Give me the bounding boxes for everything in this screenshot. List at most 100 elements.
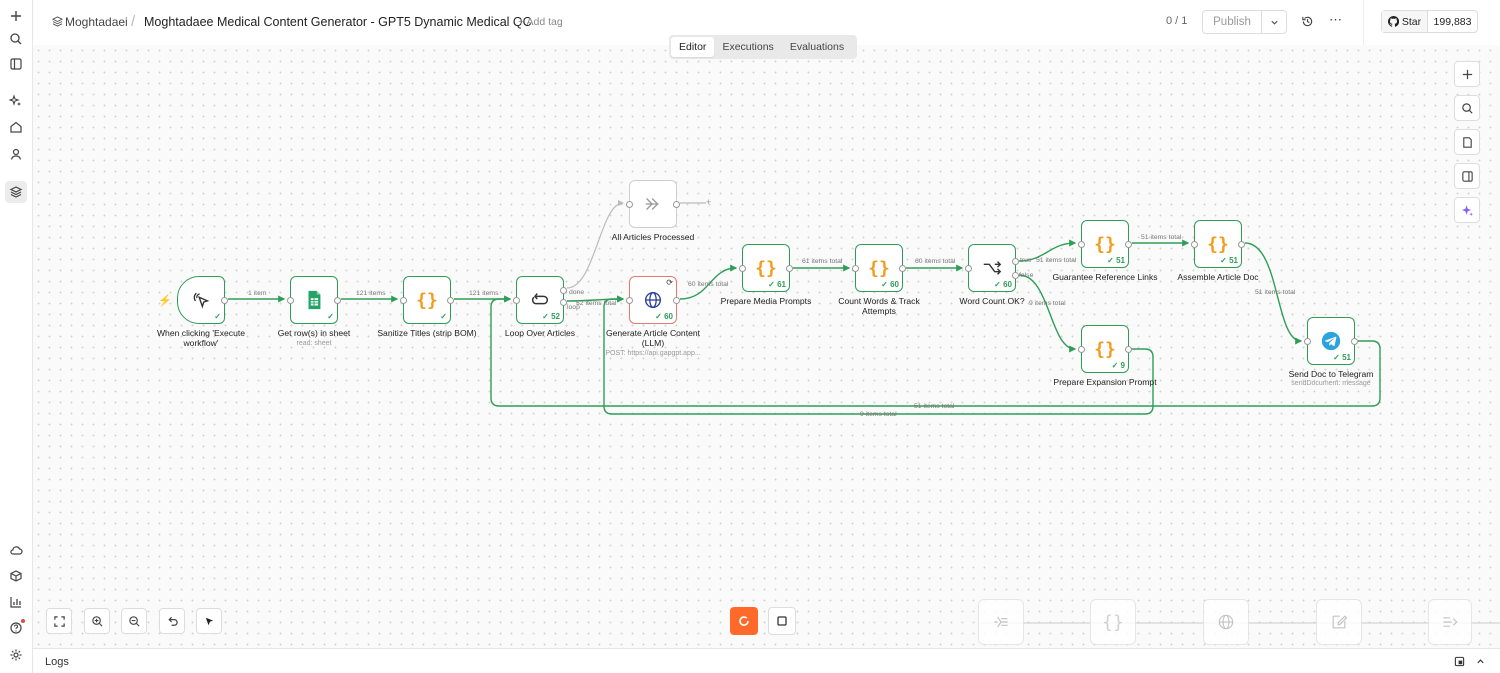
history-icon[interactable] xyxy=(1301,15,1314,28)
input-port[interactable] xyxy=(287,297,294,304)
tab-evaluations[interactable]: Evaluations xyxy=(782,37,852,57)
settings-gear-icon[interactable] xyxy=(5,644,27,666)
edge-label: 52 items total xyxy=(576,300,617,307)
add-node-plus-icon[interactable]: + xyxy=(706,197,711,207)
if-branch-icon xyxy=(983,261,1002,275)
tab-executions[interactable]: Executions xyxy=(714,37,781,57)
input-port[interactable] xyxy=(513,297,520,304)
node-guarantee-reference-links[interactable]: {} ✓ 51 xyxy=(1078,220,1132,268)
input-port[interactable] xyxy=(626,297,633,304)
breadcrumb-project[interactable]: Moghtadaei xyxy=(65,15,128,29)
edge-label: 51 items total xyxy=(1036,257,1077,264)
item-count-badge: ✓ 51 xyxy=(1220,256,1238,265)
sparkles-icon[interactable] xyxy=(5,90,27,112)
logs-controls xyxy=(1454,656,1486,667)
double-arrow-icon xyxy=(645,198,659,210)
fit-view-button[interactable] xyxy=(46,608,72,634)
zoom-in-button[interactable] xyxy=(84,608,110,634)
node-manual-trigger[interactable]: ✓ xyxy=(177,276,228,324)
node-word-count-ok[interactable]: ✓ 60 xyxy=(965,244,1019,292)
sticky-note-button[interactable] xyxy=(1454,129,1480,155)
github-star-button[interactable]: Star xyxy=(1382,11,1428,32)
ai-assistant-button[interactable] xyxy=(1454,197,1480,223)
spinner-icon xyxy=(739,616,749,626)
cloud-icon[interactable] xyxy=(5,539,27,561)
edge-label: 51 items total xyxy=(1255,289,1296,296)
output-port[interactable] xyxy=(899,265,906,272)
input-port[interactable] xyxy=(852,265,859,272)
chevron-up-icon[interactable] xyxy=(1475,656,1486,667)
node-prepare-expansion-prompt[interactable]: {} ✓ 9 xyxy=(1078,325,1132,373)
more-options-icon[interactable]: ⋯ xyxy=(1329,12,1343,28)
home-icon[interactable] xyxy=(5,116,27,138)
add-icon[interactable] xyxy=(5,5,27,27)
true-output-port[interactable] xyxy=(1012,258,1019,265)
breadcrumb-separator: / xyxy=(131,13,136,30)
bar-chart-icon[interactable] xyxy=(5,591,27,613)
logs-bar[interactable]: Logs xyxy=(33,648,1500,673)
stop-execution-button[interactable] xyxy=(768,607,796,635)
input-port[interactable] xyxy=(1304,338,1311,345)
input-port[interactable] xyxy=(1191,241,1198,248)
input-port[interactable] xyxy=(1078,346,1085,353)
output-port[interactable] xyxy=(334,297,341,304)
view-tabs: Editor Executions Evaluations xyxy=(669,35,857,59)
zoom-out-button[interactable] xyxy=(121,608,147,634)
logs-label[interactable]: Logs xyxy=(45,656,69,668)
globe-icon xyxy=(1218,614,1234,630)
node-count-words[interactable]: {} ✓ 60 xyxy=(852,244,906,292)
node-subtitle: sendDocument: message xyxy=(1291,380,1371,387)
node-assemble-article-doc[interactable]: {} ✓ 51 xyxy=(1191,220,1245,268)
publish-button[interactable]: Publish xyxy=(1203,11,1262,33)
loop-icon xyxy=(531,293,549,305)
node-all-articles-processed[interactable] xyxy=(626,180,680,228)
output-port[interactable] xyxy=(447,297,454,304)
side-panel-button[interactable] xyxy=(1454,163,1480,189)
pointer-mode-button[interactable] xyxy=(196,608,222,634)
false-output-port[interactable] xyxy=(1012,272,1019,279)
edge-label: 121 items xyxy=(469,290,499,297)
success-check: ✓ xyxy=(440,312,447,321)
add-tag-link[interactable]: + Add tag xyxy=(518,16,563,28)
node-get-rows[interactable]: ✓ xyxy=(287,276,341,324)
panel-toggle-icon[interactable] xyxy=(5,53,27,75)
node-generate-article-content[interactable]: ⟳ ✓ 60 xyxy=(626,276,680,324)
execute-workflow-button[interactable] xyxy=(730,607,758,635)
node-send-doc-telegram[interactable]: ✓ 51 xyxy=(1304,317,1358,365)
package-icon[interactable] xyxy=(5,565,27,587)
tab-editor[interactable]: Editor xyxy=(671,37,715,57)
user-icon[interactable] xyxy=(5,143,27,165)
output-port[interactable] xyxy=(1125,346,1132,353)
pointer-icon xyxy=(205,617,213,625)
input-port[interactable] xyxy=(965,265,972,272)
undo-button[interactable] xyxy=(159,608,185,634)
output-port[interactable] xyxy=(221,297,228,304)
search-icon[interactable] xyxy=(5,28,27,50)
workflow-title[interactable]: Moghtadaee Medical Content Generator - G… xyxy=(144,15,532,29)
output-port[interactable] xyxy=(1351,338,1358,345)
loop-output-port[interactable] xyxy=(560,299,567,306)
output-port[interactable] xyxy=(1125,241,1132,248)
chevron-down-icon[interactable] xyxy=(1262,11,1286,33)
node-prepare-media-prompts[interactable]: {} ✓ 61 xyxy=(739,244,793,292)
node-label: Count Words & Track Attempts xyxy=(838,296,920,317)
input-port[interactable] xyxy=(400,297,407,304)
layers-icon[interactable] xyxy=(5,181,27,203)
input-port[interactable] xyxy=(1078,241,1085,248)
github-star-count[interactable]: 199,883 xyxy=(1428,11,1477,32)
item-count-badge: ✓ 60 xyxy=(655,312,673,321)
node-sanitize-titles[interactable]: {} ✓ xyxy=(400,276,454,324)
input-port[interactable] xyxy=(626,201,633,208)
help-icon[interactable] xyxy=(5,617,27,639)
output-port[interactable] xyxy=(673,297,680,304)
canvas-search-button[interactable] xyxy=(1454,95,1480,121)
edit-icon xyxy=(1332,615,1348,629)
add-node-button[interactable] xyxy=(1454,61,1480,87)
input-port[interactable] xyxy=(739,265,746,272)
node-loop-over-articles[interactable]: ✓ 52 xyxy=(513,276,567,324)
output-port[interactable] xyxy=(673,201,680,208)
output-port[interactable] xyxy=(786,265,793,272)
output-port[interactable] xyxy=(1238,241,1245,248)
popout-icon[interactable] xyxy=(1454,656,1465,667)
done-output-port[interactable] xyxy=(560,287,567,294)
